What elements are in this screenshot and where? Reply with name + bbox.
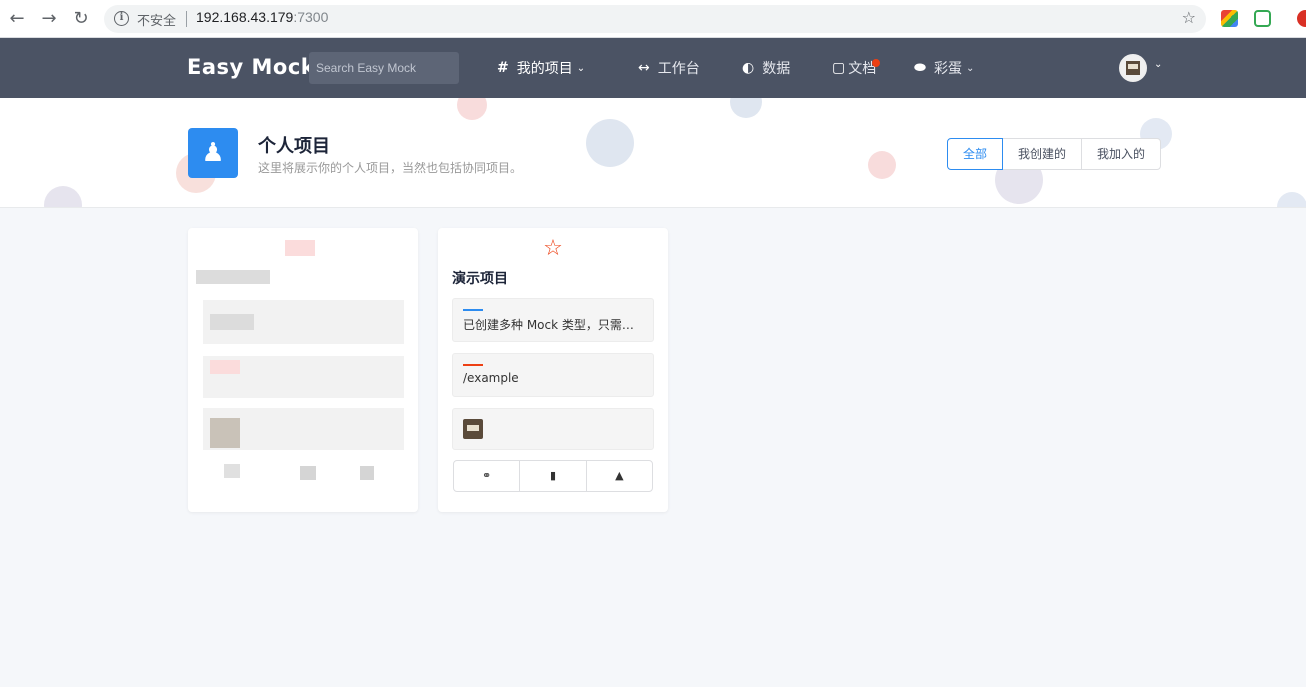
masked-block <box>210 360 240 374</box>
masked-block <box>210 418 240 448</box>
menu-label: 数据 <box>762 61 791 77</box>
search-input[interactable]: Search Easy Mock <box>309 52 459 84</box>
page-hero: ♟ 个人项目 这里将展示你的个人项目，当然也包括协同项目。 全部 我创建的 我加… <box>0 98 1306 208</box>
copy-icon[interactable]: ▮ <box>520 461 587 491</box>
url-separator <box>186 11 187 27</box>
user-menu-toggle[interactable]: ⌄ <box>1150 59 1162 70</box>
menu-label: 我的项目 <box>516 61 573 77</box>
menu-easter-egg[interactable]: ⬬ 彩蛋 ⌄ <box>914 58 974 78</box>
project-title[interactable]: 演示项目 <box>452 268 508 288</box>
back-icon[interactable]: ← <box>6 8 28 30</box>
code-icon: ↔ <box>638 60 650 76</box>
extension-icon[interactable] <box>1254 10 1271 27</box>
address-bar[interactable]: i 不安全 192.168.43.179:7300 ☆ <box>104 5 1206 33</box>
filter-created-button[interactable]: 我创建的 <box>1002 138 1083 170</box>
project-url-box: /example <box>452 353 654 397</box>
page-description: 这里将展示你的个人项目，当然也包括协同项目。 <box>258 161 523 175</box>
link-icon[interactable]: ⚭ <box>454 461 521 491</box>
masked-block <box>360 466 374 480</box>
url-text[interactable]: 192.168.43.179:7300 <box>196 9 328 25</box>
filter-all-button[interactable]: 全部 <box>947 138 1004 170</box>
hash-icon: # <box>497 60 509 76</box>
project-base-url: /example <box>463 371 519 385</box>
chevron-down-icon: ⌄ <box>1154 59 1163 70</box>
description-bar <box>463 309 483 311</box>
profile-icon[interactable] <box>1297 10 1306 27</box>
page-title: 个人项目 <box>258 136 330 157</box>
menu-docs[interactable]: ▢ 文档 <box>832 58 876 78</box>
project-card[interactable]: ☆ 演示项目 已创建多种 Mock 类型，只需点... /example ⚭ ▮… <box>438 228 668 512</box>
chevron-down-icon: ⌄ <box>965 62 975 74</box>
notification-dot <box>872 59 880 67</box>
egg-icon: ⬬ <box>914 60 926 76</box>
decor-bubble <box>586 119 634 167</box>
personal-project-icon: ♟ <box>188 128 238 178</box>
extension-icon[interactable] <box>1221 10 1238 27</box>
masked-block <box>224 464 240 478</box>
menu-data[interactable]: ◐ 数据 <box>742 58 790 78</box>
decor-bubble <box>44 186 82 207</box>
menu-label: 工作台 <box>657 61 700 77</box>
chevron-down-icon: ⌄ <box>576 62 586 74</box>
menu-my-projects[interactable]: # 我的项目 ⌄ <box>497 58 585 78</box>
app-header: Easy Mock Search Easy Mock # 我的项目 ⌄ ↔ 工作… <box>0 38 1306 98</box>
pie-chart-icon: ◐ <box>742 60 755 76</box>
decor-bubble <box>730 98 762 118</box>
decor-bubble <box>868 151 896 179</box>
star-icon[interactable]: ☆ <box>438 236 668 261</box>
masked-block <box>210 314 254 330</box>
decor-bubble <box>457 98 487 120</box>
filter-joined-button[interactable]: 我加入的 <box>1081 138 1162 170</box>
decor-bubble <box>1277 192 1306 207</box>
menu-label: 彩蛋 <box>933 61 962 77</box>
project-description-box: 已创建多种 Mock 类型，只需点... <box>452 298 654 342</box>
browser-toolbar: ← → ↻ i 不安全 192.168.43.179:7300 ☆ <box>0 0 1306 38</box>
insecure-label: 不安全 <box>137 14 177 29</box>
member-avatar <box>463 419 483 439</box>
bookmark-star-icon[interactable]: ☆ <box>1182 8 1196 27</box>
masked-block <box>285 240 315 256</box>
masked-block <box>300 466 316 480</box>
avatar[interactable] <box>1119 54 1147 82</box>
forward-icon[interactable]: → <box>38 8 60 30</box>
url-bar <box>463 364 483 366</box>
delete-icon[interactable]: ▲ <box>587 461 652 491</box>
project-description: 已创建多种 Mock 类型，只需点... <box>463 318 645 332</box>
reload-icon[interactable]: ↻ <box>70 8 92 30</box>
masked-block <box>196 270 270 284</box>
info-icon[interactable]: i <box>114 11 129 26</box>
project-actions: ⚭ ▮ ▲ <box>453 460 653 492</box>
logo[interactable]: Easy Mock <box>187 55 315 79</box>
project-members-box <box>452 408 654 450</box>
project-filter: 全部 我创建的 我加入的 <box>947 138 1162 170</box>
book-icon: ▢ <box>832 60 846 76</box>
project-card-masked[interactable] <box>188 228 418 512</box>
menu-workbench[interactable]: ↔ 工作台 <box>638 58 700 78</box>
